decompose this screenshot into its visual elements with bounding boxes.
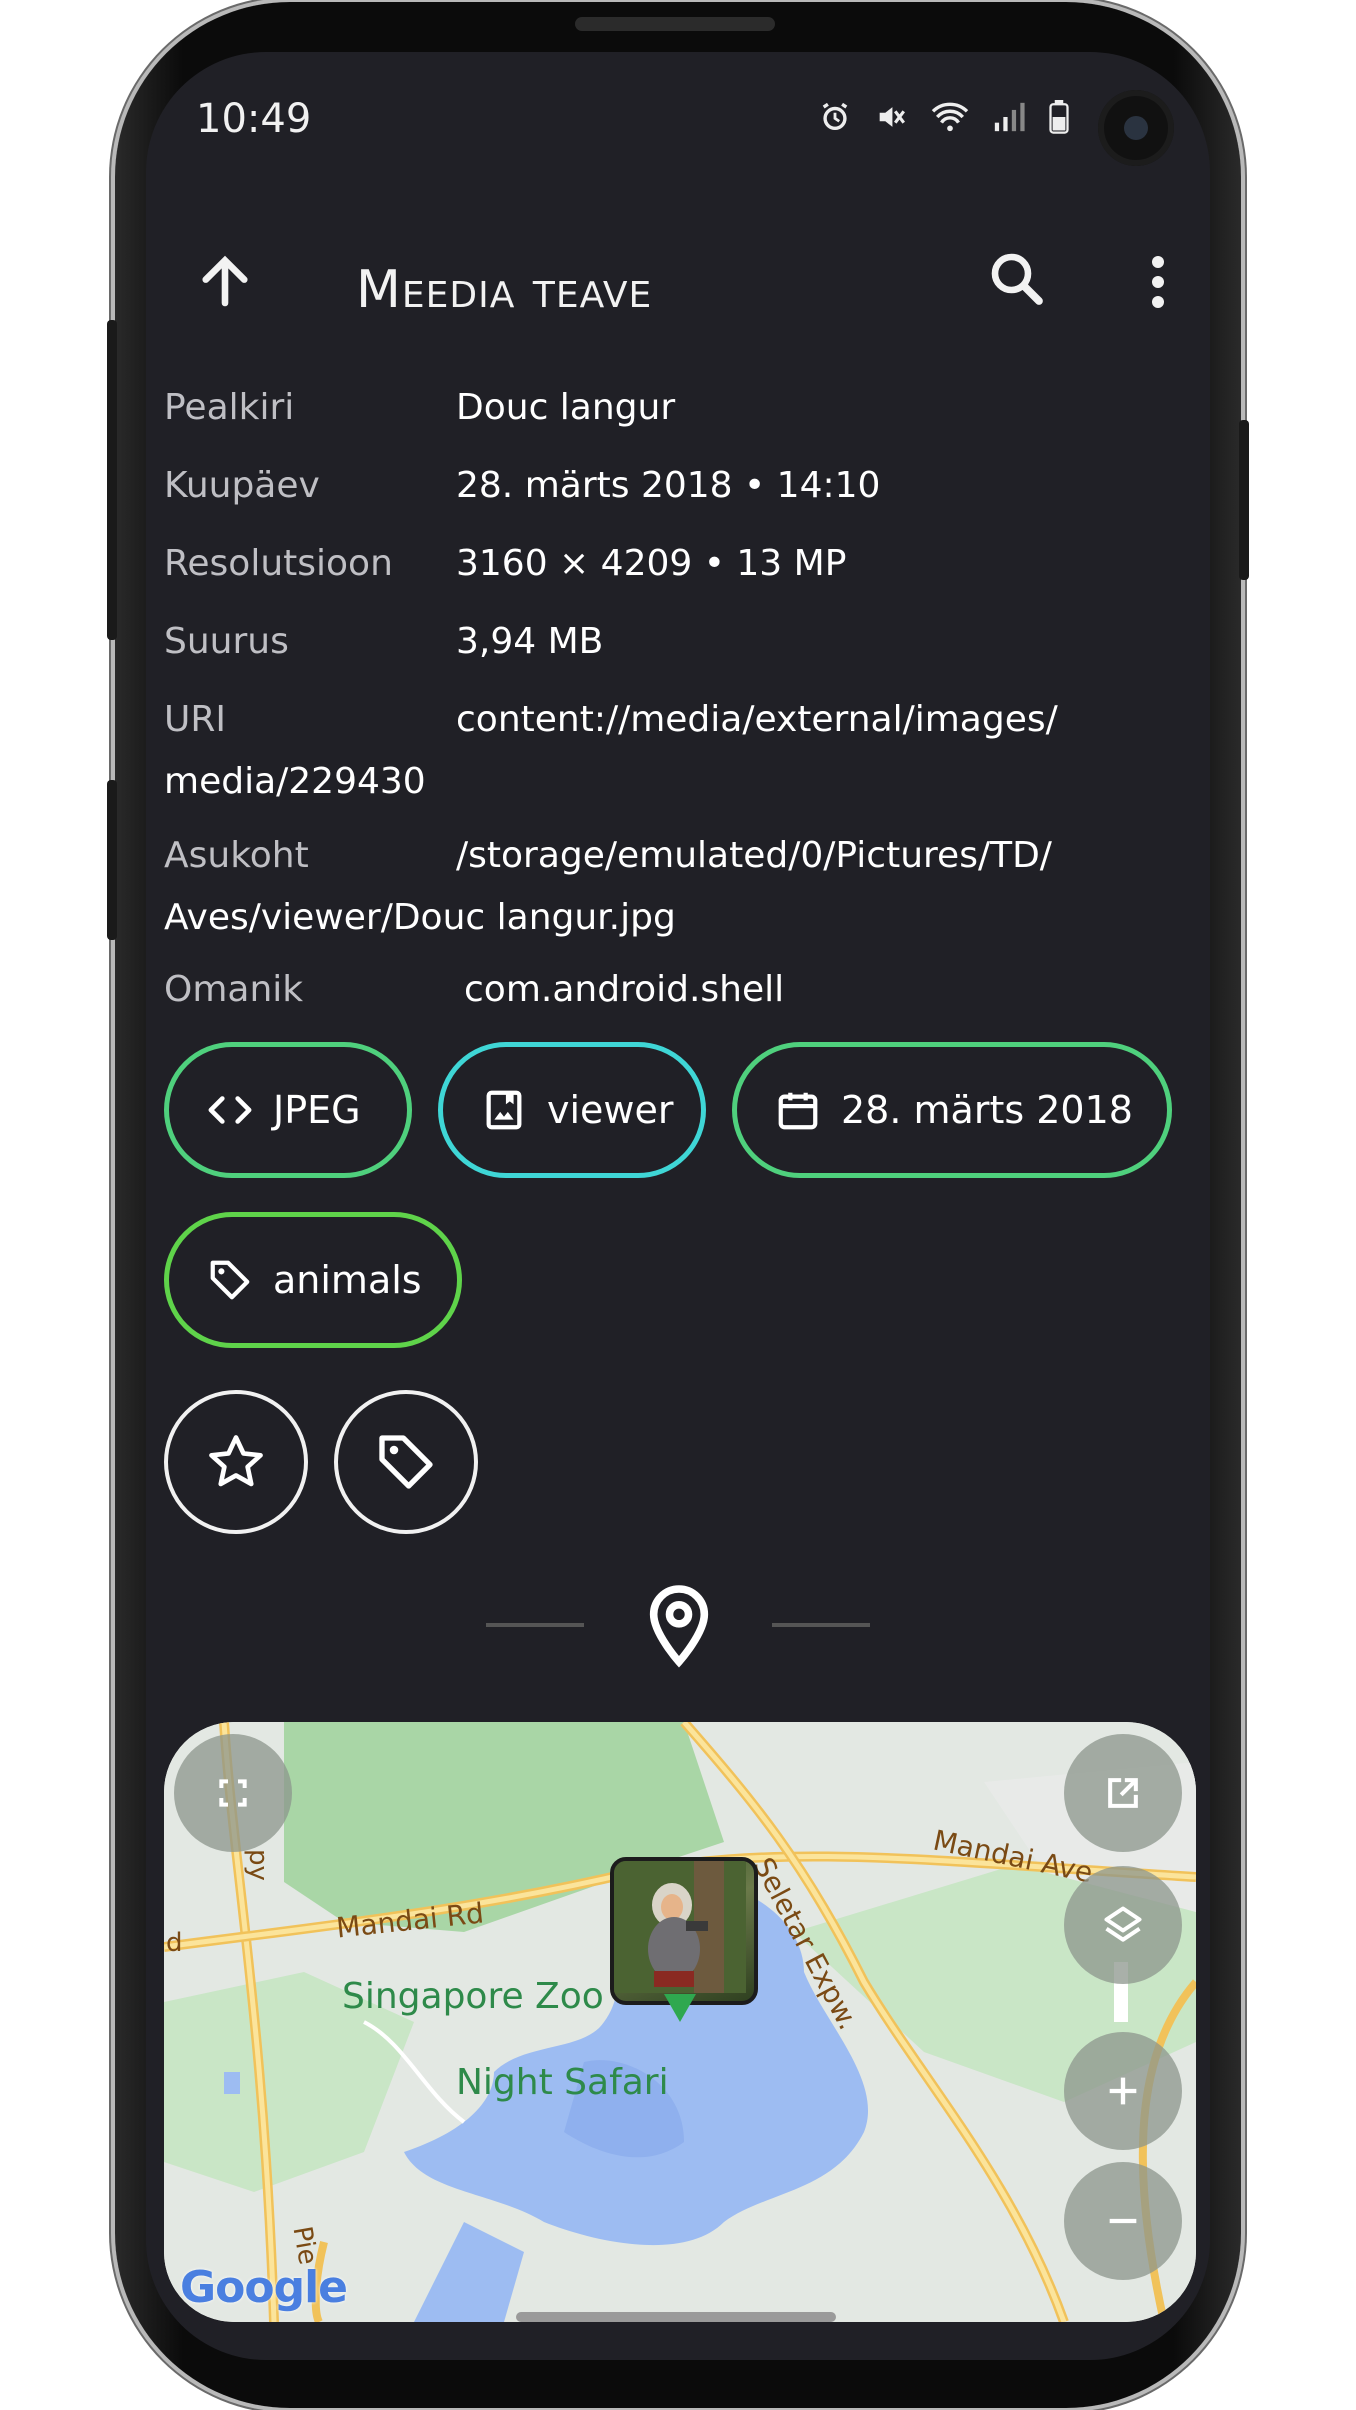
chip-label: animals (273, 1258, 422, 1302)
info-key: Suurus (164, 621, 289, 662)
home-gesture-bar[interactable] (516, 2312, 836, 2322)
map-view[interactable]: Mandai Rd Singapore Zoo Night Safari Sel… (164, 1722, 1196, 2322)
info-value[interactable]: com.android.shell (464, 969, 784, 1010)
back-arrow-icon[interactable] (192, 248, 258, 318)
open-in-new-icon (1108, 1778, 1138, 1808)
info-row-date: Kuupäev 28. märts 2018 • 14:10 (164, 453, 1174, 531)
phone-bixby-button (107, 780, 117, 940)
tag-icon (207, 1257, 253, 1303)
chip-tag[interactable]: animals (164, 1212, 462, 1348)
chip-label: 28. märts 2018 (841, 1088, 1133, 1132)
info-row-owner: Omanik com.android.shell (164, 957, 1174, 1027)
info-key: Resolutsioon (164, 543, 393, 584)
info-table: Pealkiri Douc langur Kuupäev 28. märts 201… (164, 375, 1174, 1027)
battery-icon (1049, 100, 1069, 134)
info-value[interactable]: content://media/external/images/ (456, 699, 1058, 740)
map-label-pie-left-road: d (166, 1928, 183, 1958)
fullscreen-button[interactable] (174, 1734, 292, 1852)
chip-label: JPEG (273, 1088, 361, 1132)
map-layers-button[interactable] (1064, 1866, 1182, 1984)
divider-right (772, 1623, 870, 1627)
mute-icon (879, 107, 905, 127)
wifi-icon (931, 102, 969, 132)
map-label-night-safari: Night Safari (456, 2062, 669, 2103)
minus-icon (1109, 2218, 1137, 2224)
info-key: Asukoht (164, 835, 309, 876)
open-in-maps-button[interactable] (1064, 1734, 1182, 1852)
search-icon[interactable] (984, 246, 1050, 316)
tag-icon (379, 1435, 433, 1489)
chip-mime-type[interactable]: JPEG (164, 1042, 412, 1178)
code-icon (207, 1087, 253, 1133)
info-row-title: Pealkiri Douc langur (164, 375, 1174, 453)
status-icons (818, 100, 1070, 134)
page-title: Meedia teave (356, 260, 653, 320)
info-key: URI (164, 699, 226, 740)
info-row-uri: URI content://media/external/images/ medi… (164, 687, 1174, 823)
monkey-photo-icon (614, 1861, 746, 1993)
zoom-out-button[interactable] (1064, 2162, 1182, 2280)
star-outline-icon (209, 1435, 263, 1487)
edit-tags-button[interactable] (334, 1390, 478, 1534)
info-value-continued[interactable]: Aves/viewer/Douc langur.jpg (164, 885, 1174, 951)
info-row-path: Asukoht/storage/emulated/0/Pictures/TD/ … (164, 823, 1174, 957)
layers-icon (1104, 1906, 1142, 1942)
chip-date[interactable]: 28. märts 2018 (732, 1042, 1172, 1178)
signal-icon (994, 102, 1025, 132)
phone-volume-button (107, 320, 117, 640)
info-value: 3160 × 4209 • 13 MP (456, 543, 847, 584)
front-camera (1098, 90, 1174, 166)
info-key: Omanik (164, 969, 304, 1010)
more-vert-icon[interactable] (1134, 252, 1182, 316)
earpiece-speaker (575, 17, 775, 31)
fullscreen-icon (219, 1779, 247, 1807)
photo-marker-thumbnail[interactable] (610, 1857, 758, 2005)
zoom-in-button[interactable] (1064, 2032, 1182, 2150)
map-label-singapore-zoo: Singapore Zoo (342, 1976, 604, 2017)
info-key: Kuupäev (164, 465, 320, 506)
phone-power-button (1239, 420, 1249, 580)
info-value-continued[interactable]: media/229430 (164, 749, 1174, 815)
favourite-button[interactable] (164, 1390, 308, 1534)
map-label-pie-bottom: Pie (286, 2224, 323, 2267)
info-value[interactable]: /storage/emulated/0/Pictures/TD/ (456, 835, 1052, 876)
info-value: 3,94 MB (456, 621, 604, 662)
info-key: Pealkiri (164, 387, 295, 428)
divider-left (486, 1623, 584, 1627)
chip-album[interactable]: viewer (438, 1042, 706, 1178)
location-pin-icon (641, 1582, 717, 1676)
google-logo: Google (180, 2262, 348, 2313)
map-label-pie-left: py (242, 1849, 273, 1881)
album-icon (481, 1087, 527, 1133)
chip-label: viewer (547, 1088, 674, 1132)
marker-pin-icon (664, 1994, 696, 2022)
info-row-resolution: Resolutsioon 3160 × 4209 • 13 MP (164, 531, 1174, 609)
alarm-icon (822, 102, 848, 131)
info-row-size: Suurus 3,94 MB (164, 609, 1174, 687)
calendar-icon (775, 1087, 821, 1133)
screen: 10:49 Meedia teave Pealkiri Douc langur K… (146, 52, 1210, 2360)
info-value: 28. märts 2018 • 14:10 (456, 465, 881, 506)
status-time: 10:49 (196, 96, 312, 142)
info-value: Douc langur (456, 387, 676, 428)
app-bar: Meedia teave (146, 222, 1210, 342)
plus-icon (1109, 2077, 1137, 2105)
